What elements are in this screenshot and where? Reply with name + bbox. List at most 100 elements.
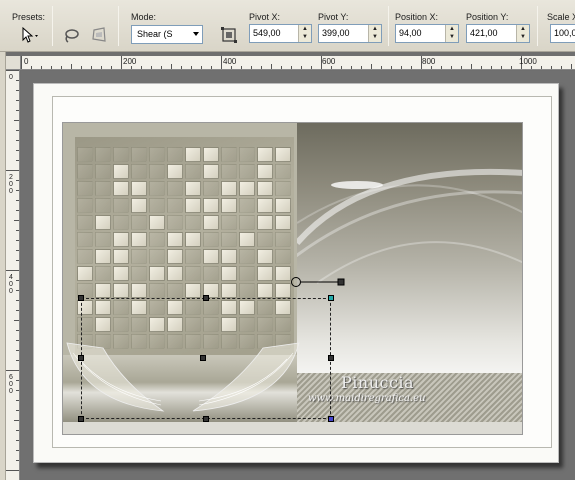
mosaic-tile xyxy=(77,164,93,179)
mosaic-tile xyxy=(257,232,273,247)
scale-x-input[interactable]: 100,0 xyxy=(550,24,575,43)
rotation-handle[interactable] xyxy=(289,274,349,290)
mosaic-tile xyxy=(167,147,183,162)
chevron-down-icon xyxy=(193,32,199,36)
mosaic-tile xyxy=(221,164,237,179)
deform-bounding-box[interactable] xyxy=(78,295,334,422)
mosaic-tile xyxy=(149,181,165,196)
mosaic-tile xyxy=(203,181,219,196)
mosaic-tile xyxy=(95,232,111,247)
perspective-button[interactable] xyxy=(87,24,111,46)
mosaic-tile xyxy=(131,266,147,281)
mosaic-tile xyxy=(167,266,183,281)
ruler-label: 1000 xyxy=(519,57,537,66)
mosaic-tile xyxy=(221,147,237,162)
ruler-label: 400 xyxy=(223,57,237,66)
mosaic-tile xyxy=(185,181,201,196)
toolbar-divider xyxy=(537,6,538,46)
pivot-x-input[interactable]: 549,00 ▲ ▼ xyxy=(249,24,312,43)
mosaic-tile xyxy=(167,164,183,179)
tool-options-bar: Presets: Mode: Shear (S Pivot X: 549,00 … xyxy=(0,0,575,52)
canvas-area[interactable]: Pinuccia www.maidiregrafica.eu xyxy=(21,71,575,480)
up-arrow-icon[interactable]: ▲ xyxy=(299,25,311,33)
mosaic-tile xyxy=(167,181,183,196)
pivot-x-value: 549,00 xyxy=(253,28,281,38)
watermark-name: Pinuccia xyxy=(341,373,415,392)
mosaic-tile xyxy=(77,249,93,264)
mosaic-tile xyxy=(149,147,165,162)
ruler-label: 600 xyxy=(322,57,336,66)
scale-x-label: Scale X xyxy=(547,12,575,22)
up-arrow-icon[interactable]: ▲ xyxy=(369,25,381,33)
up-arrow-icon[interactable]: ▲ xyxy=(517,25,529,33)
pivot-x-label: Pivot X: xyxy=(249,12,281,22)
up-arrow-icon[interactable]: ▲ xyxy=(446,25,458,33)
ruler-label: 800 xyxy=(422,57,436,66)
mosaic-tile xyxy=(95,147,111,162)
mosaic-tile xyxy=(203,249,219,264)
mosaic-tile xyxy=(203,147,219,162)
mosaic-tile xyxy=(167,198,183,213)
presets-button[interactable] xyxy=(18,24,42,46)
spin-arrows[interactable]: ▲ ▼ xyxy=(368,25,381,42)
position-x-input[interactable]: 94,00 ▲ ▼ xyxy=(395,24,459,43)
spin-arrows[interactable]: ▲ ▼ xyxy=(445,25,458,42)
mosaic-tile xyxy=(95,249,111,264)
position-y-input[interactable]: 421,00 ▲ ▼ xyxy=(466,24,530,43)
corner-handle-bl[interactable] xyxy=(78,416,84,422)
center-handle[interactable] xyxy=(200,355,206,361)
mosaic-tile xyxy=(77,198,93,213)
pivot-y-input[interactable]: 399,00 ▲ ▼ xyxy=(318,24,382,43)
document-page[interactable]: Pinuccia www.maidiregrafica.eu xyxy=(33,83,559,463)
corner-handle-br[interactable] xyxy=(328,416,334,422)
mosaic-tile xyxy=(185,215,201,230)
mosaic-tile xyxy=(275,147,291,162)
spin-arrows[interactable]: ▲ ▼ xyxy=(516,25,529,42)
mosaic-tile xyxy=(95,215,111,230)
mosaic-tile xyxy=(185,232,201,247)
mosaic-tile xyxy=(77,147,93,162)
mosaic-tile xyxy=(275,215,291,230)
scale-x-value: 100,0 xyxy=(554,28,575,38)
edge-handle-right[interactable] xyxy=(328,355,334,361)
mosaic-tile xyxy=(95,198,111,213)
mosaic-tile xyxy=(275,249,291,264)
mosaic-tile xyxy=(239,232,255,247)
down-arrow-icon[interactable]: ▼ xyxy=(517,33,529,41)
mosaic-tile xyxy=(275,164,291,179)
down-arrow-icon[interactable]: ▼ xyxy=(299,33,311,41)
toolbar-divider xyxy=(118,6,119,46)
mosaic-tile xyxy=(221,266,237,281)
mosaic-tile xyxy=(239,215,255,230)
position-x-label: Position X: xyxy=(395,12,439,22)
down-arrow-icon[interactable]: ▼ xyxy=(369,33,381,41)
edge-handle-top[interactable] xyxy=(203,295,209,301)
mosaic-tile xyxy=(113,249,129,264)
edge-handle-left[interactable] xyxy=(78,355,84,361)
toolbar-divider xyxy=(388,6,389,46)
lasso-icon xyxy=(65,29,79,43)
down-arrow-icon[interactable]: ▼ xyxy=(446,33,458,41)
mosaic-tile xyxy=(113,266,129,281)
mosaic-tile xyxy=(185,249,201,264)
chevron-down-icon xyxy=(35,35,38,37)
corner-handle-tr[interactable] xyxy=(328,295,334,301)
corner-handle-tl[interactable] xyxy=(78,295,84,301)
mosaic-tile xyxy=(239,249,255,264)
mode-select[interactable]: Shear (S xyxy=(131,25,203,44)
stretch-button[interactable] xyxy=(217,24,241,46)
lasso-button[interactable] xyxy=(59,24,83,46)
mosaic-tile xyxy=(221,215,237,230)
mosaic-tile xyxy=(221,249,237,264)
ruler-label: 4 0 0 xyxy=(9,274,13,295)
mosaic-tile xyxy=(257,198,273,213)
mosaic-tile xyxy=(257,249,273,264)
vertical-ruler[interactable]: 0 2 0 0 4 0 0 6 0 0 xyxy=(6,70,20,480)
mosaic-tile xyxy=(185,266,201,281)
mosaic-tile xyxy=(203,232,219,247)
edge-handle-bottom[interactable] xyxy=(203,416,209,422)
spin-arrows[interactable]: ▲ ▼ xyxy=(298,25,311,42)
horizontal-ruler[interactable]: 0 200 400 600 800 1000 xyxy=(21,56,575,70)
mosaic-tile xyxy=(221,232,237,247)
mosaic-tile xyxy=(77,232,93,247)
